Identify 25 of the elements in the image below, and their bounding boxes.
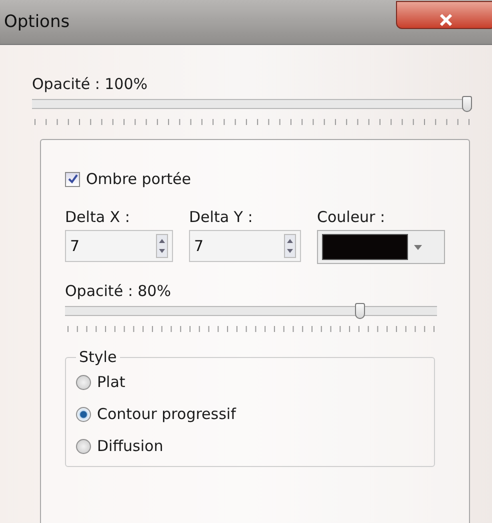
- dropdown-arrow-icon: [414, 244, 422, 250]
- radio-button[interactable]: [76, 374, 91, 390]
- radio-label: Plat: [97, 373, 126, 391]
- field-label: Couleur :: [317, 208, 386, 226]
- close-button[interactable]: [396, 1, 492, 29]
- opacity-label: Opacité : 100%: [32, 75, 149, 93]
- checkbox[interactable]: [65, 172, 80, 186]
- close-icon: [439, 13, 453, 27]
- opacity-label: Opacité : 80%: [65, 282, 172, 300]
- radio-label: Diffusion: [97, 437, 164, 455]
- spin-arrows-icon[interactable]: [284, 234, 296, 258]
- color-picker[interactable]: [317, 230, 445, 264]
- group-title: Style: [78, 348, 118, 366]
- radio-label: Contour progressif: [97, 405, 236, 423]
- spin-arrows-icon[interactable]: [156, 234, 168, 258]
- checkbox-label: Ombre portée: [86, 170, 191, 188]
- radio-button[interactable]: [76, 406, 91, 422]
- slider-thumb[interactable]: [354, 303, 365, 319]
- number-field[interactable]: 7: [65, 230, 173, 262]
- field-label: Delta Y :: [189, 208, 254, 226]
- radio-button[interactable]: [76, 438, 91, 454]
- field-label: Delta X :: [65, 208, 131, 226]
- number-field[interactable]: 7: [189, 230, 301, 262]
- window-title: Options: [3, 12, 70, 32]
- slider-thumb[interactable]: [462, 96, 472, 112]
